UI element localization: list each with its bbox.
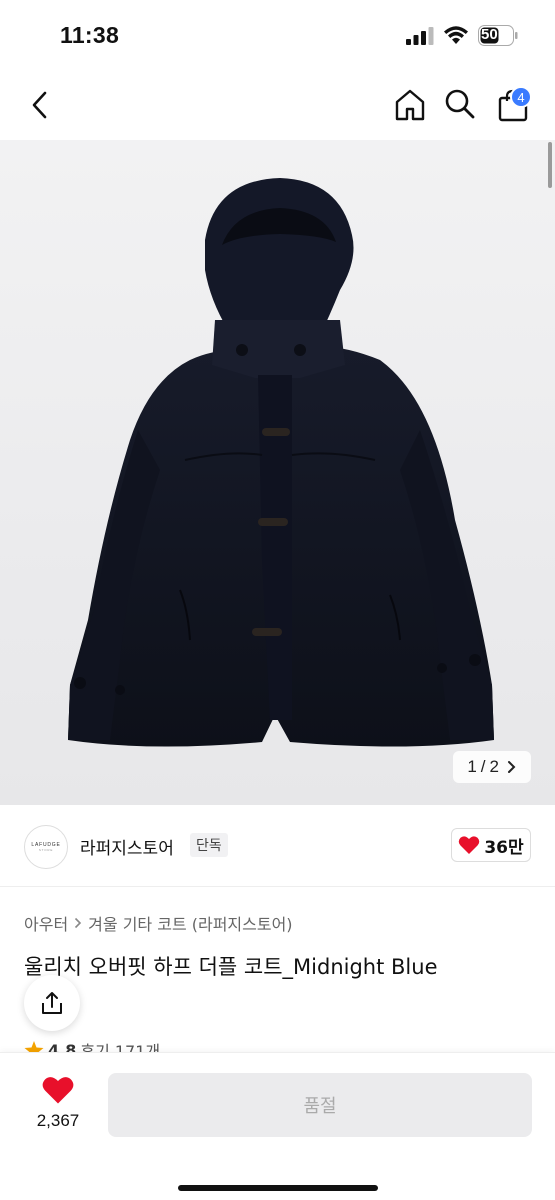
breadcrumb-item[interactable]: 아우터	[24, 911, 68, 935]
battery-icon: 50	[478, 25, 518, 46]
battery-level: 50	[481, 26, 498, 43]
soldout-button[interactable]: 품절	[108, 1073, 532, 1137]
gallery-separator: /	[480, 757, 486, 776]
gallery-total: 2	[489, 757, 499, 776]
wishlist-button[interactable]: 2,367	[30, 1075, 86, 1131]
heart-icon	[459, 836, 480, 854]
store-like-count: 36만	[484, 837, 524, 858]
store-name[interactable]: 라퍼지스토어	[80, 834, 174, 859]
store-row[interactable]: LAFUDGE STORE 라퍼지스토어 단독 36만	[0, 805, 555, 887]
wifi-icon	[444, 26, 468, 44]
store-like-button[interactable]: 36만	[451, 828, 531, 862]
heart-icon	[42, 1077, 74, 1104]
coat-image	[68, 178, 494, 747]
back-arrow-icon[interactable]	[28, 90, 52, 120]
status-time: 11:38	[60, 22, 120, 48]
chevron-right-icon	[508, 761, 516, 773]
cart-count-badge: 4	[510, 86, 532, 108]
wishlist-count: 2,367	[36, 1111, 80, 1130]
bottom-action-bar: 2,367 품절	[0, 1052, 555, 1200]
product-title: 울리치 오버핏 하프 더플 코트_Midnight Blue	[24, 955, 438, 979]
search-icon[interactable]	[444, 88, 476, 120]
store-logo-sub: STORE	[38, 848, 54, 852]
breadcrumb-item[interactable]: 겨울 기타 코트 (라퍼지스토어)	[88, 911, 292, 935]
home-indicator[interactable]	[178, 1185, 378, 1191]
home-icon[interactable]	[393, 88, 427, 122]
status-bar: 11:38 50	[0, 0, 555, 70]
store-logo[interactable]: LAFUDGE STORE	[24, 825, 68, 869]
share-button[interactable]	[24, 975, 80, 1031]
product-image-gallery[interactable]: 1 / 2	[0, 140, 555, 805]
share-icon	[42, 992, 62, 1014]
gallery-current: 1	[467, 757, 477, 776]
top-nav	[0, 70, 555, 140]
chevron-right-icon	[75, 917, 82, 929]
exclusive-tag: 단독	[190, 833, 228, 857]
cellular-signal-icon	[406, 27, 434, 45]
gallery-page-indicator[interactable]: 1 / 2	[453, 751, 531, 783]
breadcrumb: 아우터 겨울 기타 코트 (라퍼지스토어)	[24, 911, 293, 935]
page-scrollbar[interactable]	[548, 142, 552, 188]
